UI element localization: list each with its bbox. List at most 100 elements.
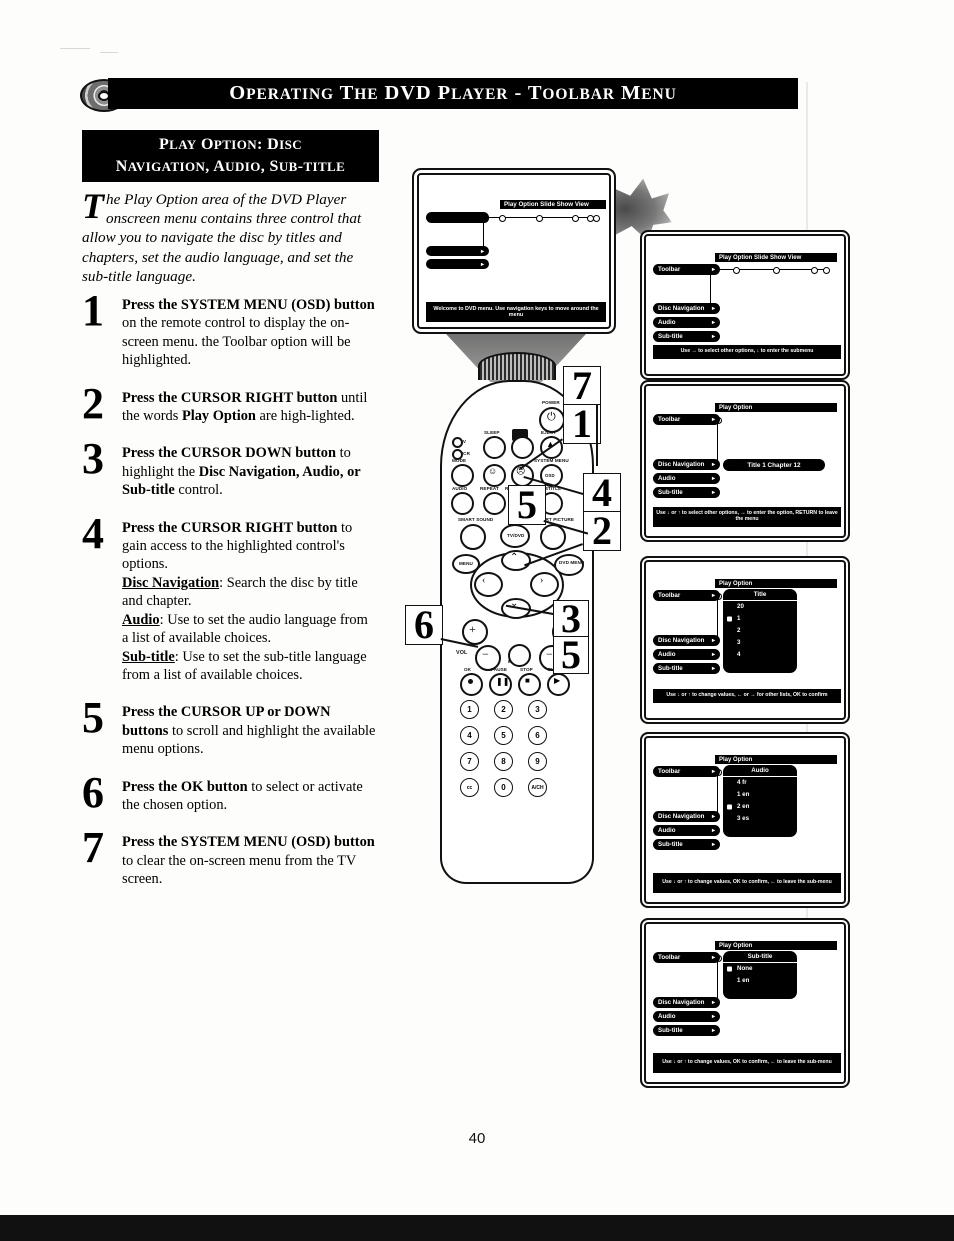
panel-title-list-item-sub-title[interactable]: Sub-title ▸ xyxy=(653,663,720,674)
keypad-key-5[interactable]: 5 xyxy=(494,726,513,745)
panel-audio-list-item-sub-title[interactable]: Sub-title ▸ xyxy=(653,839,720,850)
listbox-option[interactable]: 3 es xyxy=(723,813,797,825)
panel-toolbar-expanded-item-sub-title[interactable]: Sub-title ▸ xyxy=(653,331,720,342)
tv-main-item-setup[interactable]: ▸ xyxy=(426,259,489,269)
panel-title-list-listbox: Title 20 1 2 3 4 xyxy=(723,589,797,673)
keypad-key-7[interactable]: 7 xyxy=(460,752,479,771)
panel-title-list-item-toolbar[interactable]: Toolbar ▸ xyxy=(653,590,720,601)
drop-cap: T xyxy=(82,186,104,226)
keypad-key-cc[interactable]: cc xyxy=(460,778,479,797)
chevron-right-icon: › xyxy=(540,575,544,586)
step-text: Press the SYSTEM MENU (OSD) button to cl… xyxy=(122,834,375,888)
chevron-right-icon: ▸ xyxy=(711,334,715,340)
dvd-menu-button[interactable]: DVD MENU xyxy=(554,554,584,576)
listbox-option[interactable]: 1 en xyxy=(723,975,797,987)
panel-disc-navigation-value-value[interactable]: Title 1 Chapter 12 xyxy=(723,459,825,471)
panel-title-list-status-bar: Use ↓ or ↑ to change values, ← or → for … xyxy=(653,689,841,703)
cursor-right-button[interactable]: › xyxy=(530,572,559,597)
panel-toolbar-expanded-item-audio[interactable]: Audio ▸ xyxy=(653,317,720,328)
cursor-left-button[interactable]: ‹ xyxy=(474,572,503,597)
smiley-button[interactable]: ☺ xyxy=(483,464,506,487)
step-text: Press the CURSOR UP or DOWN buttons to s… xyxy=(122,704,376,758)
panel-toolbar-expanded-item-toolbar[interactable]: Toolbar ▸ xyxy=(653,264,720,275)
panel-title-list-item-audio[interactable]: Audio ▸ xyxy=(653,649,720,660)
step-text: Press the OK button to select or activat… xyxy=(122,778,363,813)
mode-button[interactable] xyxy=(451,464,474,487)
listbox-option[interactable]: 1 xyxy=(723,613,797,625)
keypad-key-1[interactable]: 1 xyxy=(460,700,479,719)
chevron-right-icon: ▸ xyxy=(711,828,715,834)
panel-subtitle-list-item-sub-title[interactable]: Sub-title ▸ xyxy=(653,1025,720,1036)
keypad-key-3[interactable]: 3 xyxy=(528,700,547,719)
item-label: Sub-title xyxy=(658,841,683,848)
section-heading-line2: NAVIGATION, AUDIO, SUB-TITLE xyxy=(115,158,346,175)
item-label: Sub-title xyxy=(658,1027,683,1034)
tv-main-item-preferences[interactable]: ▸ xyxy=(426,246,489,256)
keypad-key-2[interactable]: 2 xyxy=(494,700,513,719)
chevron-right-icon: ▸ xyxy=(711,320,715,326)
menu-node-active xyxy=(480,214,489,223)
panel-disc-navigation-value: Play Option Toolbar ▸ Disc Navigation ▸ Audio… xyxy=(640,380,850,542)
remote-label-stop: STOP xyxy=(520,667,533,672)
listbox-option[interactable]: 1 en xyxy=(723,789,797,801)
remote-label-dvd-menu: DVD MENU xyxy=(559,560,585,565)
listbox-option[interactable]: 4 xyxy=(723,649,797,661)
listbox-option[interactable]: 2 en xyxy=(723,801,797,813)
panel-audio-list-item-toolbar[interactable]: Toolbar ▸ xyxy=(653,766,720,777)
panel-disc-navigation-value-item-sub-title[interactable]: Sub-title ▸ xyxy=(653,487,720,498)
page-title: OPERATING THE DVD PLAYER - TOOLBAR MENU xyxy=(229,82,677,104)
item-label: Toolbar xyxy=(658,266,681,273)
keypad-key-9[interactable]: 9 xyxy=(528,752,547,771)
panel-title-list-item-disc-navigation[interactable]: Disc Navigation ▸ xyxy=(653,635,720,646)
listbox-option[interactable]: 4 fr xyxy=(723,777,797,789)
stop-button[interactable]: ■ xyxy=(518,673,541,696)
panel-audio-list-item-audio[interactable]: Audio ▸ xyxy=(653,825,720,836)
panel-subtitle-list-item-toolbar[interactable]: Toolbar ▸ xyxy=(653,952,720,963)
remote-label-smart-sound: SMART SOUND xyxy=(458,517,494,522)
panel-audio-list-item-disc-navigation[interactable]: Disc Navigation ▸ xyxy=(653,811,720,822)
listbox-option[interactable]: 20 xyxy=(723,601,797,613)
remote-label-power: POWER xyxy=(542,400,560,405)
keypad-key-8[interactable]: 8 xyxy=(494,752,513,771)
listbox-option[interactable]: 2 xyxy=(723,625,797,637)
panel-title-list-menu-header: Play Option xyxy=(715,579,837,588)
chevron-right-icon: ▸ xyxy=(711,666,715,672)
chevron-right-icon: ▸ xyxy=(711,417,715,423)
tv-main-screen: Play Option Slide Show View ▸ ▸ ▸ Welcom… xyxy=(422,178,606,324)
remote-label-vol: VOL xyxy=(456,650,468,656)
keypad-key-a-ch[interactable]: A/CH xyxy=(528,778,547,797)
menu-button[interactable]: MENU xyxy=(452,554,480,574)
smart-sound-button[interactable] xyxy=(460,524,486,550)
volume-up-button[interactable]: + xyxy=(462,619,488,645)
sleep-button[interactable] xyxy=(483,436,506,459)
panel-toolbar-expanded-screen: Play Option Slide Show View Toolbar ▸ Disc … xyxy=(649,239,841,371)
listbox-option[interactable]: 3 xyxy=(723,637,797,649)
ok-button[interactable] xyxy=(460,673,483,696)
chevron-right-icon: ▸ xyxy=(711,1014,715,1020)
panel-subtitle-list-item-audio[interactable]: Audio ▸ xyxy=(653,1011,720,1022)
keypad-key-4[interactable]: 4 xyxy=(460,726,479,745)
cursor-up-button[interactable]: ⌃ xyxy=(501,550,531,571)
panel-disc-navigation-value-item-disc-navigation[interactable]: Disc Navigation ▸ xyxy=(653,459,720,470)
chevron-right-icon: ▸ xyxy=(711,769,715,775)
ok-dot-icon xyxy=(468,679,473,684)
audio-button[interactable] xyxy=(451,492,474,515)
menu-connector-vertical xyxy=(717,598,718,640)
chevron-right-icon: ▸ xyxy=(711,652,715,658)
keypad-key-0[interactable]: 0 xyxy=(494,778,513,797)
repeat-button[interactable] xyxy=(483,492,506,515)
panel-toolbar-expanded-item-disc-navigation[interactable]: Disc Navigation ▸ xyxy=(653,303,720,314)
listbox-option[interactable]: None xyxy=(723,963,797,975)
smart-picture-button[interactable] xyxy=(540,524,566,550)
panel-subtitle-list-item-disc-navigation[interactable]: Disc Navigation ▸ xyxy=(653,997,720,1008)
panel-disc-navigation-value-item-toolbar[interactable]: Toolbar ▸ xyxy=(653,414,720,425)
chevron-up-icon: ⌃ xyxy=(510,552,519,563)
panel-disc-navigation-value-item-audio[interactable]: Audio ▸ xyxy=(653,473,720,484)
tv-dvd-button[interactable]: TV/DVD xyxy=(500,524,530,548)
mute-button[interactable] xyxy=(508,644,531,667)
keypad-key-6[interactable]: 6 xyxy=(528,726,547,745)
pause-button[interactable]: ❚❚ xyxy=(489,673,512,696)
format-button[interactable] xyxy=(511,436,534,459)
step-number: 3 xyxy=(82,434,104,484)
item-label: Disc Navigation xyxy=(658,637,705,644)
